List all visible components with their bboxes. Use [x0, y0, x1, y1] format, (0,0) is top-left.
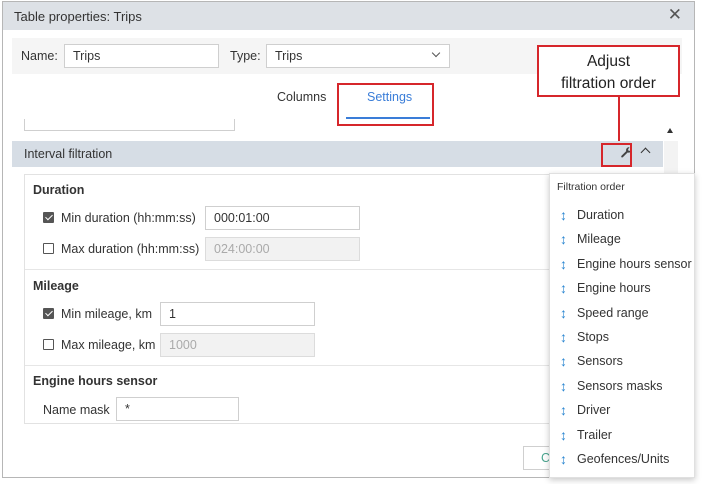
scroll-up-arrow-icon[interactable]	[667, 128, 673, 133]
filtration-order-popup: Filtration order ↕ Duration ↕ Mileage ↕ …	[549, 173, 695, 478]
min-mileage-checkbox[interactable]	[43, 308, 54, 319]
min-duration-input[interactable]: 000:01:00	[205, 206, 360, 230]
chevron-down-icon	[431, 48, 441, 58]
type-label: Type:	[230, 49, 261, 63]
filtration-order-item[interactable]: ↕ Duration	[550, 204, 694, 226]
wrench-highlight	[601, 143, 632, 167]
filtration-order-item[interactable]: ↕ Stops	[550, 326, 694, 348]
filtration-settings-panel: Duration Min duration (hh:mm:ss) 000:01:…	[24, 174, 554, 424]
min-duration-label: Min duration (hh:mm:ss)	[61, 211, 196, 225]
drag-handle-icon: ↕	[560, 256, 567, 272]
max-duration-label: Max duration (hh:mm:ss)	[61, 242, 200, 256]
filtration-order-item[interactable]: ↕ Engine hours	[550, 277, 694, 299]
filtration-order-item[interactable]: ↕ Sensors	[550, 350, 694, 372]
chevron-up-icon[interactable]	[640, 147, 651, 158]
callout-connector	[618, 97, 620, 146]
type-select-value: Trips	[275, 49, 303, 63]
drag-handle-icon: ↕	[560, 353, 567, 369]
max-mileage-input[interactable]: 1000	[160, 333, 315, 357]
max-mileage-checkbox[interactable]	[43, 339, 54, 350]
engine-hours-sensor-title: Engine hours sensor	[33, 374, 158, 388]
drag-handle-icon: ↕	[560, 280, 567, 296]
name-label: Name:	[21, 49, 58, 63]
group-divider	[25, 365, 553, 366]
drag-handle-icon: ↕	[560, 451, 567, 467]
filtration-order-item[interactable]: ↕ Engine hours sensor	[550, 253, 694, 275]
section-title: Interval filtration	[24, 147, 113, 161]
mileage-title: Mileage	[33, 279, 79, 293]
partially-visible-field	[24, 119, 235, 131]
name-mask-input[interactable]: *	[116, 397, 239, 421]
filtration-order-item[interactable]: ↕ Driver	[550, 399, 694, 421]
callout-line-1: Adjust	[586, 53, 631, 70]
max-mileage-label: Max mileage, km	[61, 338, 156, 352]
filtration-order-item[interactable]: ↕ Trailer	[550, 424, 694, 446]
filtration-order-title: Filtration order	[557, 181, 625, 193]
max-duration-input[interactable]: 024:00:00	[205, 237, 360, 261]
drag-handle-icon: ↕	[560, 231, 567, 247]
min-mileage-label: Min mileage, km	[61, 307, 152, 321]
filtration-order-item[interactable]: ↕ Geofences/Units	[550, 448, 694, 470]
dialog-titlebar: Table properties: Trips ✕	[3, 2, 694, 30]
filtration-order-item[interactable]: ↕ Speed range	[550, 302, 694, 324]
min-mileage-input[interactable]: 1	[160, 302, 315, 326]
drag-handle-icon: ↕	[560, 305, 567, 321]
settings-tab-highlight	[337, 83, 434, 126]
close-icon[interactable]: ✕	[668, 5, 682, 25]
filtration-order-item[interactable]: ↕ Sensors masks	[550, 375, 694, 397]
type-select[interactable]: Trips	[266, 44, 450, 68]
annotation-callout: Adjust filtration order	[537, 45, 680, 97]
drag-handle-icon: ↕	[560, 207, 567, 223]
tab-columns[interactable]: Columns	[277, 90, 326, 104]
name-mask-label: Name mask	[43, 403, 110, 417]
duration-title: Duration	[33, 183, 85, 197]
drag-handle-icon: ↕	[560, 402, 567, 418]
min-duration-checkbox[interactable]	[43, 212, 54, 223]
drag-handle-icon: ↕	[560, 378, 567, 394]
name-input[interactable]: Trips	[64, 44, 219, 68]
group-divider	[25, 269, 553, 270]
callout-line-2: filtration order	[561, 75, 656, 92]
drag-handle-icon: ↕	[560, 329, 567, 345]
drag-handle-icon: ↕	[560, 427, 567, 443]
interval-filtration-header[interactable]: Interval filtration	[12, 141, 663, 167]
dialog-title: Table properties: Trips	[14, 9, 142, 24]
filtration-order-item[interactable]: ↕ Mileage	[550, 228, 694, 250]
max-duration-checkbox[interactable]	[43, 243, 54, 254]
